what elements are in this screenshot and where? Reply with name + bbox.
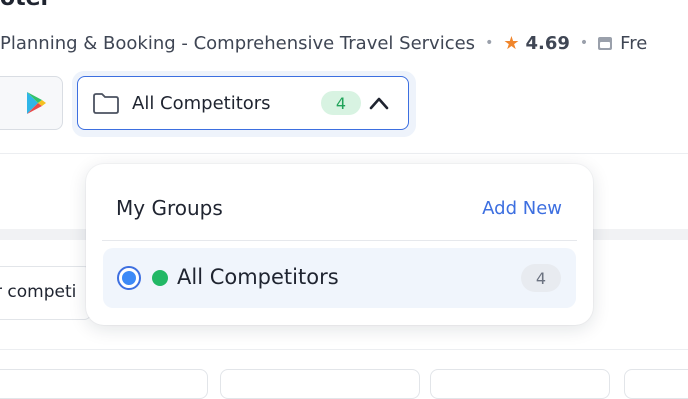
divider bbox=[0, 153, 688, 154]
status-dot-icon bbox=[152, 270, 168, 286]
google-play-icon bbox=[7, 91, 47, 115]
dropdown-divider bbox=[102, 240, 577, 241]
platform-button[interactable] bbox=[0, 76, 63, 130]
tab-competitors[interactable]: r competi bbox=[0, 266, 92, 320]
group-count-badge: 4 bbox=[321, 91, 361, 115]
content-card[interactable] bbox=[0, 369, 208, 399]
calendar-icon bbox=[598, 36, 613, 50]
separator-dot: • bbox=[485, 35, 494, 51]
dropdown-heading: My Groups bbox=[116, 196, 223, 220]
app-subtitle-row: Planning & Booking - Comprehensive Trave… bbox=[0, 30, 647, 56]
pricing-label: Fre bbox=[620, 32, 648, 54]
star-icon: ★ bbox=[503, 32, 520, 54]
competitor-group-select[interactable]: All Competitors 4 bbox=[77, 76, 409, 130]
group-option-label: All Competitors bbox=[177, 265, 339, 289]
tab-label: r competi bbox=[0, 282, 77, 302]
app-category: Planning & Booking - Comprehensive Trave… bbox=[0, 32, 476, 54]
folder-icon bbox=[93, 93, 119, 114]
groups-dropdown: My Groups Add New All Competitors 4 bbox=[86, 164, 593, 325]
app-title: otel bbox=[0, 0, 48, 11]
group-select-label: All Competitors bbox=[132, 92, 271, 114]
add-new-group-link[interactable]: Add New bbox=[482, 198, 562, 219]
chevron-up-icon[interactable] bbox=[368, 93, 390, 113]
divider bbox=[0, 349, 688, 350]
radio-selected-icon[interactable] bbox=[117, 266, 141, 290]
separator-dot: • bbox=[579, 35, 589, 51]
content-card[interactable] bbox=[220, 369, 420, 399]
group-option-count: 4 bbox=[521, 264, 561, 292]
group-select-wrapper: All Competitors 4 bbox=[72, 71, 416, 137]
content-card[interactable] bbox=[430, 369, 610, 399]
group-option[interactable]: All Competitors 4 bbox=[103, 248, 576, 308]
rating-value: 4.69 bbox=[525, 32, 570, 54]
content-card[interactable] bbox=[624, 369, 688, 399]
